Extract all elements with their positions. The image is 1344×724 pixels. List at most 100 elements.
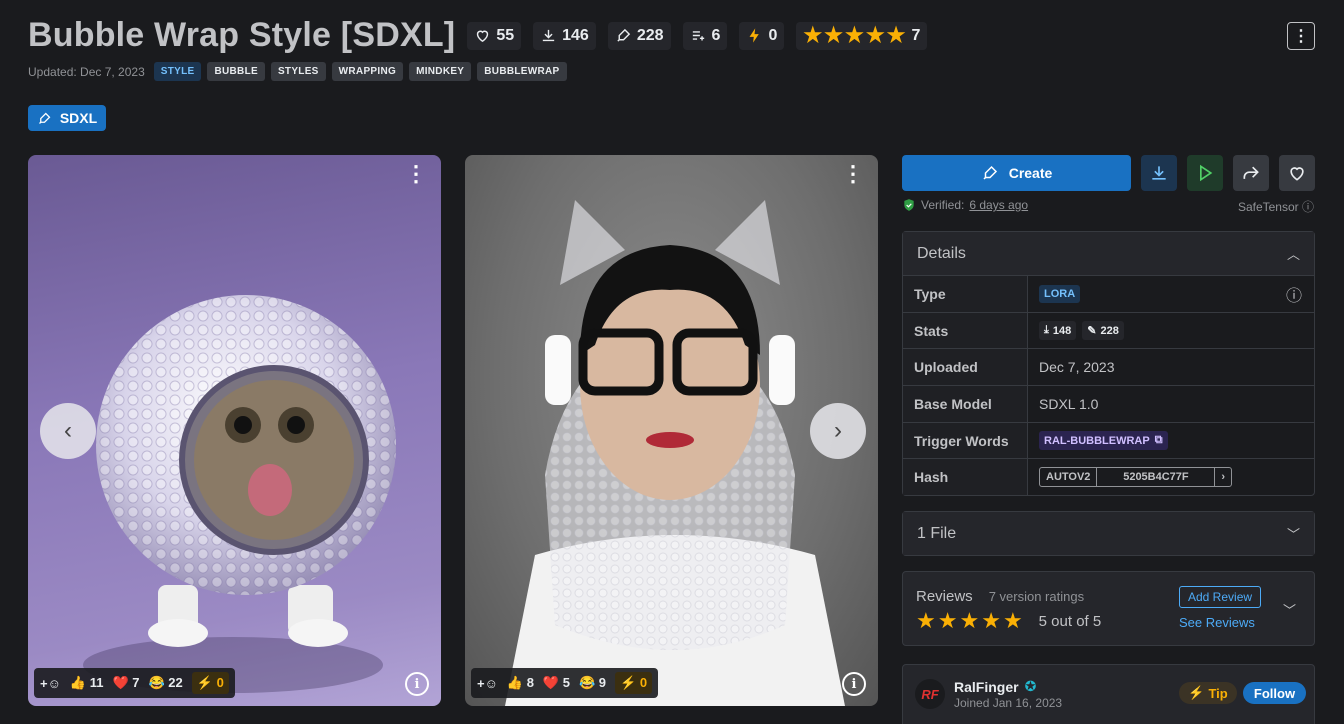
brush-icon	[38, 112, 51, 124]
rating-count: 7	[911, 26, 921, 44]
uploaded-value: Dec 7, 2023	[1039, 359, 1115, 376]
chevron-right-icon[interactable]: ›	[1215, 468, 1231, 486]
verified-badge-icon: ✪	[1024, 678, 1037, 694]
info-icon[interactable]: i	[842, 672, 866, 696]
add-review-button[interactable]: Add Review	[1179, 586, 1262, 608]
details-row-type: Type LORA ⓘ	[903, 275, 1314, 312]
add-reaction-icon[interactable]: +☺	[477, 676, 498, 691]
details-row-trigger: Trigger Words RAL-BUBBLEWRAP ⧉	[903, 421, 1314, 459]
creator-name[interactable]: RalFinger	[954, 679, 1019, 695]
tag[interactable]: STYLES	[270, 62, 326, 81]
downloads-stat[interactable]: 146	[533, 21, 596, 50]
generations-value: 228	[1100, 324, 1119, 337]
next-image-button[interactable]: ›	[810, 403, 866, 459]
buzz-reaction[interactable]: ⚡ 0	[191, 672, 229, 694]
laughs-count: 9	[598, 675, 607, 690]
follow-button[interactable]: Follow	[1243, 682, 1306, 704]
bolt-icon: ⚡	[1188, 685, 1205, 700]
star-icon: ★	[824, 24, 843, 47]
verified-status: Verified: 6 days ago	[902, 198, 1028, 212]
details-header[interactable]: Details ︿	[903, 232, 1314, 275]
reviews-panel: Reviews 7 version ratings ★ ★ ★ ★ ★ 5 ou…	[902, 571, 1315, 646]
review-score: 5 out of 5	[1038, 612, 1102, 630]
chevron-down-icon[interactable]: ﹀	[1283, 600, 1296, 619]
gallery-image-2[interactable]: ⋮ › +☺ 👍 8 ❤️ 5 😂 9 ⚡ 0 i	[465, 155, 878, 706]
see-reviews-link[interactable]: See Reviews	[1179, 615, 1255, 630]
generations-count: 228	[636, 26, 664, 44]
buzz-stat[interactable]: 0	[739, 21, 785, 50]
row-key: Trigger Words	[903, 422, 1028, 459]
updated-date: Updated: Dec 7, 2023	[28, 64, 145, 79]
star-icon: ★	[959, 608, 980, 633]
generations-badge: ✎ 228	[1082, 321, 1124, 341]
download-icon	[1152, 166, 1166, 180]
star-icon: ★	[1002, 608, 1023, 633]
add-reaction-icon[interactable]: +☺	[40, 676, 61, 691]
tip-button[interactable]: ⚡ Tip	[1179, 682, 1237, 704]
more-menu-button[interactable]: ⋮	[1287, 22, 1315, 50]
thumbs-count: 8	[526, 675, 534, 690]
reviews-count: 7 version ratings	[988, 589, 1085, 604]
heart-reaction[interactable]: ❤️ 5	[543, 675, 570, 691]
generations-stat[interactable]: 228	[607, 21, 671, 50]
collections-stat[interactable]: 6	[682, 21, 728, 50]
run-button[interactable]	[1187, 155, 1223, 191]
image-menu-button[interactable]: ⋮	[842, 163, 864, 185]
title-row: Bubble Wrap Style [SDXL] 55 146 228 6 0 …	[28, 16, 928, 55]
thumbs-up-reaction[interactable]: 👍 8	[507, 675, 534, 691]
gallery-image-1[interactable]: ⋮ ‹ +☺ 👍 11 ❤️ 7 😂 22 ⚡ 0 i	[28, 155, 441, 706]
heart-reaction[interactable]: ❤️ 7	[112, 675, 139, 691]
trigger-word-badge[interactable]: RAL-BUBBLEWRAP ⧉	[1039, 431, 1168, 451]
details-row-stats: Stats ⤓ 148 ✎ 228	[903, 311, 1314, 349]
like-button[interactable]	[1279, 155, 1315, 191]
verified-when[interactable]: 6 days ago	[969, 198, 1028, 212]
row-key: Uploaded	[903, 349, 1028, 386]
tag[interactable]: BUBBLEWRAP	[477, 62, 567, 81]
safetensor-label: SafeTensor ⓘ	[1238, 198, 1314, 215]
create-button[interactable]: Create	[902, 155, 1131, 191]
hash-type[interactable]: AUTOV2	[1040, 468, 1098, 487]
tag[interactable]: WRAPPING	[331, 62, 404, 81]
row-key: Type	[903, 276, 1028, 312]
star-icon: ★	[845, 24, 864, 47]
buzz-reaction[interactable]: ⚡ 0	[615, 672, 653, 694]
files-panel[interactable]: 1 File ﹀	[902, 511, 1315, 556]
star-icon: ★	[865, 24, 885, 47]
playlist-add-icon	[692, 31, 704, 41]
laugh-reaction[interactable]: 😂 22	[148, 675, 182, 691]
avatar[interactable]: RF	[915, 679, 945, 709]
laugh-reaction[interactable]: 😂 9	[579, 675, 606, 691]
share-button[interactable]	[1233, 155, 1269, 191]
hearts-count: 5	[562, 675, 570, 690]
hash-field[interactable]: AUTOV2 5205B4C77F ›	[1039, 467, 1233, 488]
verified-label: Verified:	[921, 198, 965, 212]
reviews-heading: Reviews	[916, 588, 973, 605]
info-icon[interactable]: ⓘ	[1286, 282, 1302, 306]
buzz-count: 0	[639, 675, 648, 690]
details-panel: Details ︿ Type LORA ⓘ Stats ⤓ 148 ✎ 228 Up…	[902, 231, 1315, 497]
download-button[interactable]	[1141, 155, 1177, 191]
thumbs-count: 11	[89, 675, 104, 690]
tag[interactable]: MINDKEY	[409, 62, 472, 81]
rating-stat[interactable]: ★ ★ ★ ★ ★ 7	[796, 21, 928, 50]
dots-vertical-icon: ⋮	[1293, 28, 1309, 45]
prev-image-button[interactable]: ‹	[40, 403, 96, 459]
base-model-tab[interactable]: SDXL	[28, 105, 106, 131]
safetensor-text: SafeTensor	[1237, 200, 1299, 214]
info-icon[interactable]: ⓘ	[1302, 200, 1314, 214]
tag[interactable]: STYLE	[153, 62, 202, 81]
brush-icon	[983, 165, 997, 180]
thumbs-up-reaction[interactable]: 👍 11	[70, 675, 104, 691]
info-icon[interactable]: i	[405, 672, 429, 696]
hearts-count: 7	[132, 675, 140, 690]
star-icon: ★	[937, 608, 958, 633]
tag[interactable]: BUBBLE	[207, 62, 265, 81]
play-icon	[1200, 164, 1213, 182]
share-icon	[1243, 166, 1259, 179]
likes-count: 55	[496, 26, 515, 44]
likes-stat[interactable]: 55	[467, 21, 522, 50]
image-menu-button[interactable]: ⋮	[405, 163, 427, 185]
shield-check-icon	[904, 199, 914, 211]
files-header[interactable]: 1 File ﹀	[903, 512, 1314, 555]
collections-count: 6	[711, 26, 721, 44]
